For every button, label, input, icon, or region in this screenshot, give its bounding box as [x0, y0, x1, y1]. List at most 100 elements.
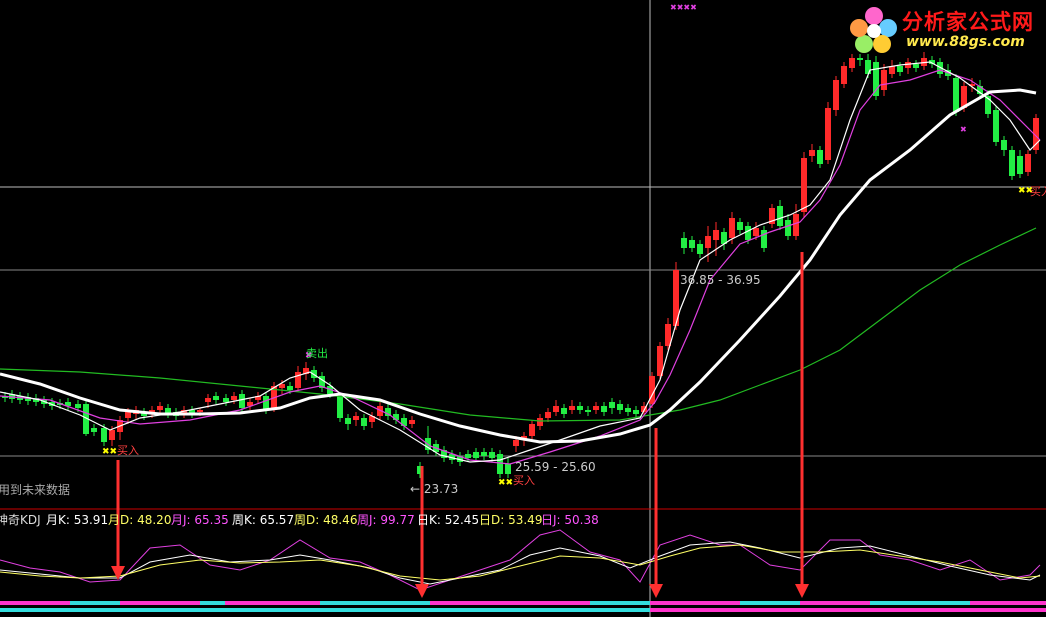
- candle-body: [825, 108, 831, 160]
- week-j-value: 周J: 99.77: [357, 513, 415, 527]
- day-k-value: 日K: 52.45: [417, 513, 480, 527]
- candle-body: [337, 396, 343, 418]
- candle-body: [101, 428, 107, 442]
- candle-body: [109, 430, 115, 440]
- candle-body: [1025, 154, 1031, 172]
- candle-body: [697, 244, 703, 254]
- indicator-name: 神奇KDJ: [0, 513, 41, 527]
- candle-body: [569, 406, 575, 410]
- candle-body: [761, 230, 767, 248]
- candle-body: [953, 78, 959, 112]
- candle-body: [801, 158, 807, 212]
- candle-body: [529, 424, 535, 436]
- candle-body: [353, 416, 359, 420]
- candle-body: [91, 428, 97, 432]
- signal-bar-segment: [800, 601, 870, 605]
- month-j-value: 月J: 65.35: [171, 513, 229, 527]
- candle-body: [205, 398, 211, 402]
- candle-body: [793, 214, 799, 236]
- candle-body: [197, 410, 203, 412]
- candle-body: [585, 410, 591, 412]
- site-logo: 分析家公式网 www.88gs.com: [848, 4, 1044, 56]
- candle-body: [897, 66, 903, 72]
- flower-logo-icon: [850, 7, 897, 53]
- candle-body: [409, 420, 415, 424]
- candle-body: [287, 386, 293, 390]
- candle-body: [497, 454, 503, 474]
- signal-bar-segment: [650, 601, 740, 605]
- candle-body: [633, 410, 639, 414]
- candle-body: [705, 236, 711, 248]
- x-mark-icon: ✖: [960, 125, 967, 134]
- candle-body: [1009, 150, 1015, 176]
- candle-body: [617, 404, 623, 410]
- candle-body: [881, 70, 887, 90]
- week-k-value: 周K: 65.57: [232, 513, 295, 527]
- svg-text:✖✖: ✖✖: [498, 478, 513, 488]
- svg-text:✖✖: ✖✖: [102, 447, 117, 457]
- candle-body: [745, 226, 751, 240]
- candle-body: [841, 66, 847, 84]
- candle-body: [239, 394, 245, 408]
- candle-body: [593, 406, 599, 410]
- signal-bar-segment: [0, 601, 70, 605]
- candle-body: [263, 396, 269, 410]
- signal-bar-segment: [70, 601, 120, 605]
- candle-body: [857, 58, 863, 60]
- signal-bar-segment: [740, 601, 800, 605]
- candle-body: [689, 240, 695, 248]
- signal-bar-segment: [120, 601, 200, 605]
- candle-body: [601, 406, 607, 412]
- month-d-value: 月D: 48.20: [108, 513, 172, 527]
- candle-body: [737, 222, 743, 230]
- candle-body: [505, 464, 511, 474]
- candle-body: [753, 228, 759, 236]
- candle-body: [545, 412, 551, 418]
- candle-body: [681, 238, 687, 248]
- day-j-value: 日J: 50.38: [541, 513, 599, 527]
- candle-body: [809, 150, 815, 156]
- candle-body: [481, 452, 487, 456]
- candle-body: [817, 150, 823, 164]
- signal-bar-segment: [225, 601, 320, 605]
- candle-body: [833, 80, 839, 110]
- candle-body: [231, 396, 237, 400]
- candle-body: [345, 418, 351, 424]
- candle-body: [913, 64, 919, 68]
- logo-url-text: www.88gs.com: [906, 34, 1025, 50]
- candle-body: [465, 454, 471, 458]
- candle-body: [625, 408, 631, 412]
- x-mark-icon: ✖✖✖✖: [670, 3, 697, 12]
- signal-bar-segment: [0, 608, 350, 612]
- candle-body: [125, 412, 131, 418]
- candle-body: [473, 452, 479, 458]
- signal-bar-segment: [430, 601, 500, 605]
- candle-body: [553, 406, 559, 412]
- signal-bar-segment: [650, 608, 1046, 612]
- candle-body: [577, 406, 583, 410]
- buy-label: 买入: [117, 444, 139, 457]
- signal-bar-segment: [500, 601, 590, 605]
- low-range-label: 25.59 - 25.60: [515, 460, 596, 474]
- sell-marker: ✖ 卖出: [305, 346, 328, 361]
- day-d-value: 日D: 53.49: [479, 513, 543, 527]
- logo-brand-text: 分析家公式网: [902, 10, 1034, 34]
- candle-body: [157, 406, 163, 410]
- candle-body: [489, 452, 495, 458]
- signal-bar-segment: [870, 601, 970, 605]
- month-k-value: 月K: 53.91: [46, 513, 109, 527]
- candle-body: [75, 404, 81, 408]
- signal-bar-segment: [970, 601, 1046, 605]
- signal-bar-segment: [200, 601, 225, 605]
- candle-body: [713, 230, 719, 240]
- candle-body: [537, 418, 543, 426]
- kdj-indicator-header: 神奇KDJ 月K: 53.91 月D: 48.20 月J: 65.35 周K: …: [0, 510, 1046, 527]
- signal-bar-segment: [590, 601, 650, 605]
- candle-body: [1001, 140, 1007, 150]
- buy-label: 买入: [513, 474, 535, 487]
- high-range-label: 36.85 - 36.95: [680, 273, 761, 287]
- candle-body: [785, 220, 791, 236]
- candle-body: [513, 440, 519, 446]
- future-data-note: 用到未来数据: [0, 482, 70, 497]
- candle-body: [849, 58, 855, 68]
